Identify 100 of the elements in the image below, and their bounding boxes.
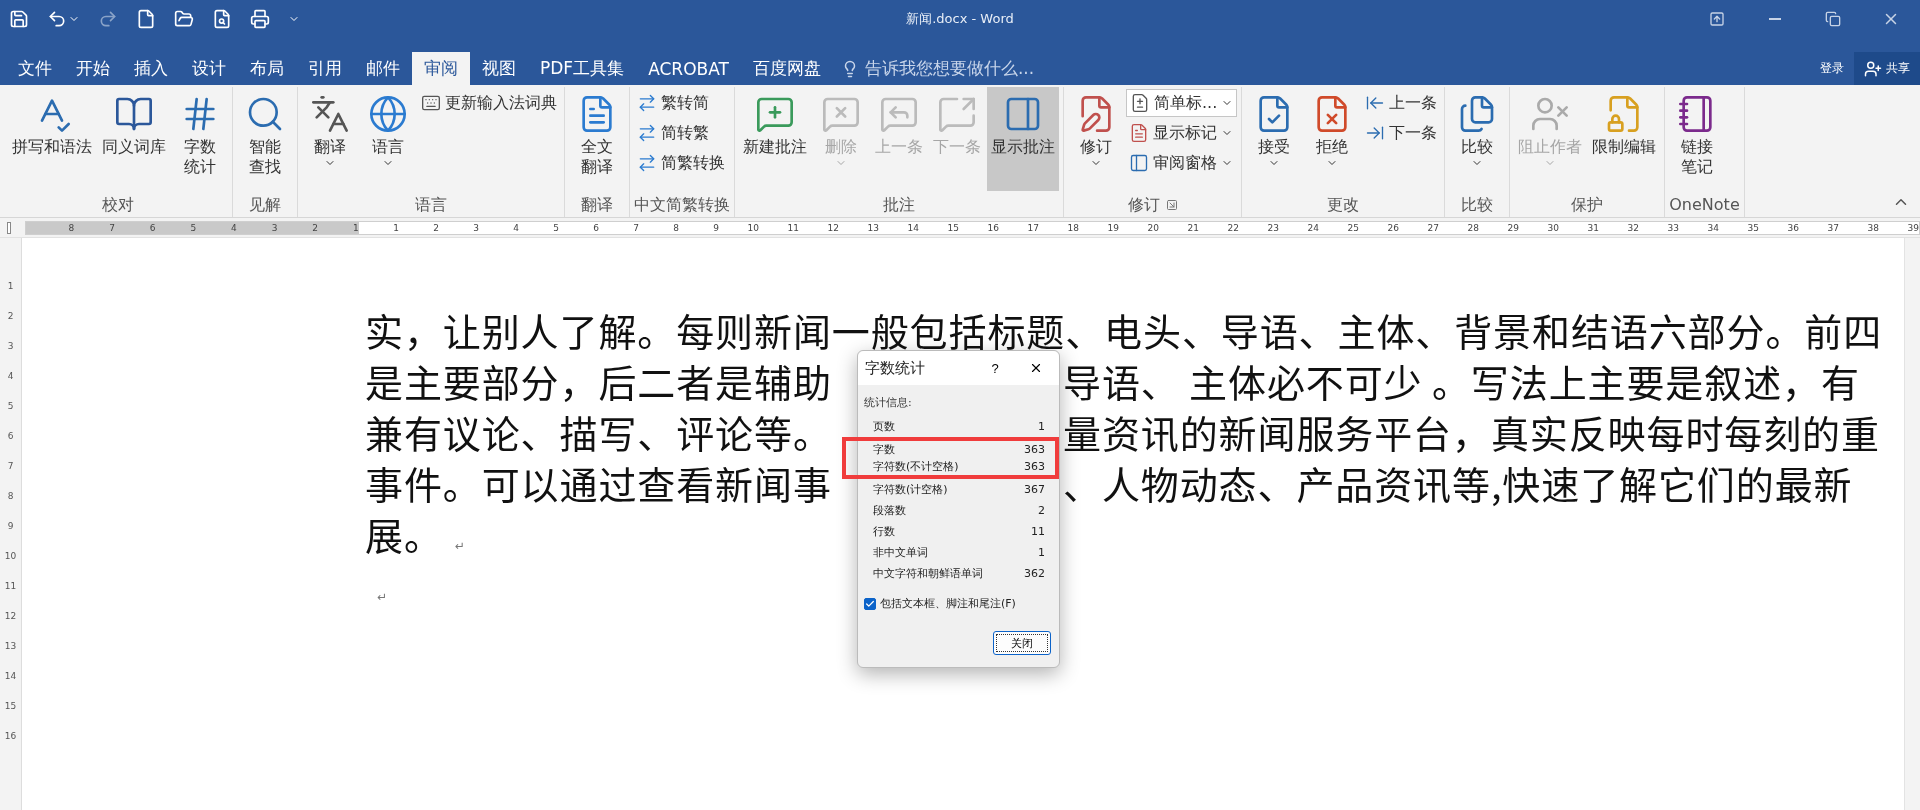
ribbon-button[interactable]: 显示批注 xyxy=(987,87,1059,191)
ribbon-button[interactable]: 拒绝 xyxy=(1304,87,1361,191)
ribbon-button[interactable]: 全文 翻译 xyxy=(569,87,625,191)
window-title: 新闻.docx - Word xyxy=(906,10,1014,28)
ruler-number: 5 xyxy=(189,222,197,233)
ribbon-tab[interactable]: 视图 xyxy=(470,52,528,85)
ruler-number: 2 xyxy=(311,222,319,233)
ribbon-tab[interactable]: 设计 xyxy=(180,52,238,85)
ribbon-button[interactable]: 繁转简 xyxy=(634,89,728,117)
ruler-number: 2 xyxy=(7,310,14,322)
ribbon-button[interactable]: 智能 查找 xyxy=(237,87,293,191)
markup-list-icon xyxy=(1129,123,1149,143)
ribbon-button[interactable]: 新建批注 xyxy=(739,87,811,191)
ribbon-tab[interactable]: 文件 xyxy=(6,52,64,85)
ribbon-button[interactable]: 更新输入法词典 xyxy=(418,89,560,117)
ribbon-button[interactable]: 比较 xyxy=(1449,87,1506,191)
ribbon-button[interactable]: 修订 xyxy=(1068,87,1124,191)
user-plus-icon xyxy=(1864,59,1882,78)
close-dialog-button[interactable]: 关闭 xyxy=(993,631,1051,655)
ruler-number: 24 xyxy=(1306,222,1319,233)
convert-icon xyxy=(637,93,657,113)
ribbon-button[interactable]: 下一条 xyxy=(1362,119,1441,147)
ribbon-button[interactable]: 同义词库 xyxy=(98,87,170,191)
checkbox[interactable] xyxy=(864,597,876,610)
keyboard-icon xyxy=(421,93,441,113)
ruler-number: 4 xyxy=(512,222,519,233)
ribbon-button[interactable]: 简繁转换 xyxy=(634,149,728,177)
ruler-number: 15 xyxy=(4,700,17,712)
dialog-title: 字数统计 xyxy=(865,358,926,378)
markup-dropdown[interactable]: 简单标... xyxy=(1126,89,1238,117)
ruler-number: 16 xyxy=(986,222,999,233)
ribbon-button[interactable]: 显示标记 xyxy=(1126,119,1238,147)
ribbon-display-icon xyxy=(1709,11,1725,27)
ribbon-tab[interactable]: PDF工具集 xyxy=(528,52,637,85)
ribbon-button[interactable]: 字数 统计 xyxy=(172,87,228,191)
ribbon-tab[interactable]: 开始 xyxy=(64,52,122,85)
ruler-number: 8 xyxy=(672,222,679,233)
dialog-launcher-icon[interactable] xyxy=(1165,199,1178,211)
close-icon xyxy=(1029,361,1043,375)
markup-icon xyxy=(1130,93,1150,113)
ruler-number: 30 xyxy=(1546,222,1559,233)
ribbon-button[interactable]: 简转繁 xyxy=(634,119,728,147)
ribbon-tab[interactable]: 插入 xyxy=(122,52,180,85)
ruler-number: 36 xyxy=(1786,222,1799,233)
pane-icon xyxy=(1129,153,1149,173)
undo-icon xyxy=(47,9,67,29)
group-label: 校对 xyxy=(102,194,134,216)
ruler-number: 5 xyxy=(552,222,559,233)
paragraph-mark: ↵ xyxy=(454,536,466,553)
ribbon-button[interactable]: 审阅窗格 xyxy=(1126,149,1238,177)
group-label: OneNote xyxy=(1669,194,1740,216)
ruler-number: 17 xyxy=(1026,222,1039,233)
ribbon-button[interactable]: 限制编辑 xyxy=(1588,87,1661,191)
ribbon-button[interactable]: 语言 xyxy=(360,87,416,191)
ruler-number: 9 xyxy=(7,520,14,532)
ruler-number: 18 xyxy=(1066,222,1079,233)
printer-icon xyxy=(250,9,270,29)
tell-me-field[interactable]: 告诉我您想要做什么... xyxy=(832,52,1043,85)
stat-value: 1 xyxy=(1038,420,1045,433)
stat-label: 段落数 xyxy=(873,503,906,518)
sign-in-link[interactable]: 登录 xyxy=(1810,52,1854,85)
ruler-number: 33 xyxy=(1666,222,1679,233)
restore-icon xyxy=(1825,11,1841,27)
ruler-number: 4 xyxy=(230,222,237,233)
ruler-number: 31 xyxy=(1586,222,1599,233)
group-label: 见解 xyxy=(249,194,281,216)
ribbon-tab[interactable]: 布局 xyxy=(238,52,296,85)
minimize-icon xyxy=(1769,18,1781,20)
ruler-number: 19 xyxy=(1106,222,1119,233)
share-button[interactable]: 共享 xyxy=(1854,52,1920,85)
ribbon-button[interactable]: 接受 xyxy=(1246,87,1303,191)
ribbon-tab[interactable]: 邮件 xyxy=(354,52,412,85)
stat-label: 中文字符和朝鲜语单词 xyxy=(873,566,983,581)
ribbon-tab[interactable]: 引用 xyxy=(296,52,354,85)
stat-label: 字符数(计空格) xyxy=(873,482,948,497)
ruler-number: 7 xyxy=(632,222,639,233)
ruler-number: 29 xyxy=(1506,222,1519,233)
ruler-number: 38 xyxy=(1866,222,1879,233)
stat-value: 363 xyxy=(1024,443,1045,456)
group-label: 保护 xyxy=(1571,194,1604,216)
ribbon-button[interactable]: 拼写和语法 xyxy=(8,87,96,191)
ribbon-tab[interactable]: 审阅 xyxy=(412,52,470,85)
ribbon-button[interactable]: 翻译 xyxy=(302,87,358,191)
ruler-number: 12 xyxy=(4,610,17,622)
ribbon-tab[interactable]: 百度网盘 xyxy=(740,52,833,85)
ruler-number: 39 xyxy=(1906,222,1919,233)
ruler-number: 35 xyxy=(1746,222,1759,233)
ribbon-button[interactable]: 链接 笔记 xyxy=(1669,87,1726,191)
ruler-number: 21 xyxy=(1186,222,1199,233)
ruler-number: 1 xyxy=(7,280,14,292)
vertical-scrollbar[interactable] xyxy=(1904,238,1920,810)
ruler-number: 6 xyxy=(7,430,14,442)
ribbon-button[interactable]: 上一条 xyxy=(1362,89,1441,117)
ruler-number: 3 xyxy=(472,222,479,233)
convert-icon xyxy=(637,153,657,173)
tab-selector[interactable] xyxy=(7,221,11,234)
stat-value: 11 xyxy=(1031,525,1045,538)
ruler-number: 22 xyxy=(1226,222,1239,233)
ruler-number: 13 xyxy=(866,222,879,233)
ribbon-tab[interactable]: ACROBAT xyxy=(636,52,741,85)
